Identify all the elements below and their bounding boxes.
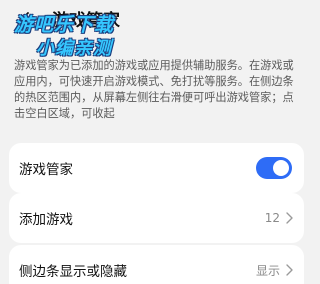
add-game-card: 添加游戏 12: [9, 193, 304, 243]
game-manager-card: 游戏管家: [9, 143, 304, 193]
page-title: 游戏管家: [52, 11, 120, 31]
game-manager-settings-page: 游戏管家 游吧乐下载 小编亲测 游戏管家为已添加的游戏或应用提供辅助服务。在游戏…: [0, 0, 313, 284]
chevron-right-icon: [286, 212, 293, 224]
game-manager-label: 游戏管家: [19, 162, 73, 178]
add-game-row[interactable]: 添加游戏 12: [9, 193, 304, 243]
add-game-label: 添加游戏: [19, 212, 73, 228]
game-manager-row[interactable]: 游戏管家: [9, 143, 304, 193]
toggle-knob: [273, 160, 289, 176]
description-text: 游戏管家为已添加的游戏或应用提供辅助服务。在游戏或应用内，可快速开启游戏模式、免…: [14, 59, 294, 120]
watermark-line2: 小编亲测: [36, 38, 112, 59]
back-arrow-icon: [22, 12, 29, 24]
sidebar-label: 侧边条显示或隐藏: [19, 264, 127, 280]
game-manager-toggle[interactable]: [256, 157, 292, 179]
sidebar-card: 侧边条显示或隐藏 显示: [9, 245, 304, 284]
header: 游戏管家 游吧乐下载 小编亲测: [0, 0, 313, 59]
sidebar-value: 显示: [255, 263, 280, 278]
add-game-count: 12: [264, 211, 280, 225]
chevron-right-icon: [286, 264, 293, 276]
back-button[interactable]: [14, 6, 38, 30]
sidebar-row[interactable]: 侧边条显示或隐藏 显示: [9, 245, 304, 284]
